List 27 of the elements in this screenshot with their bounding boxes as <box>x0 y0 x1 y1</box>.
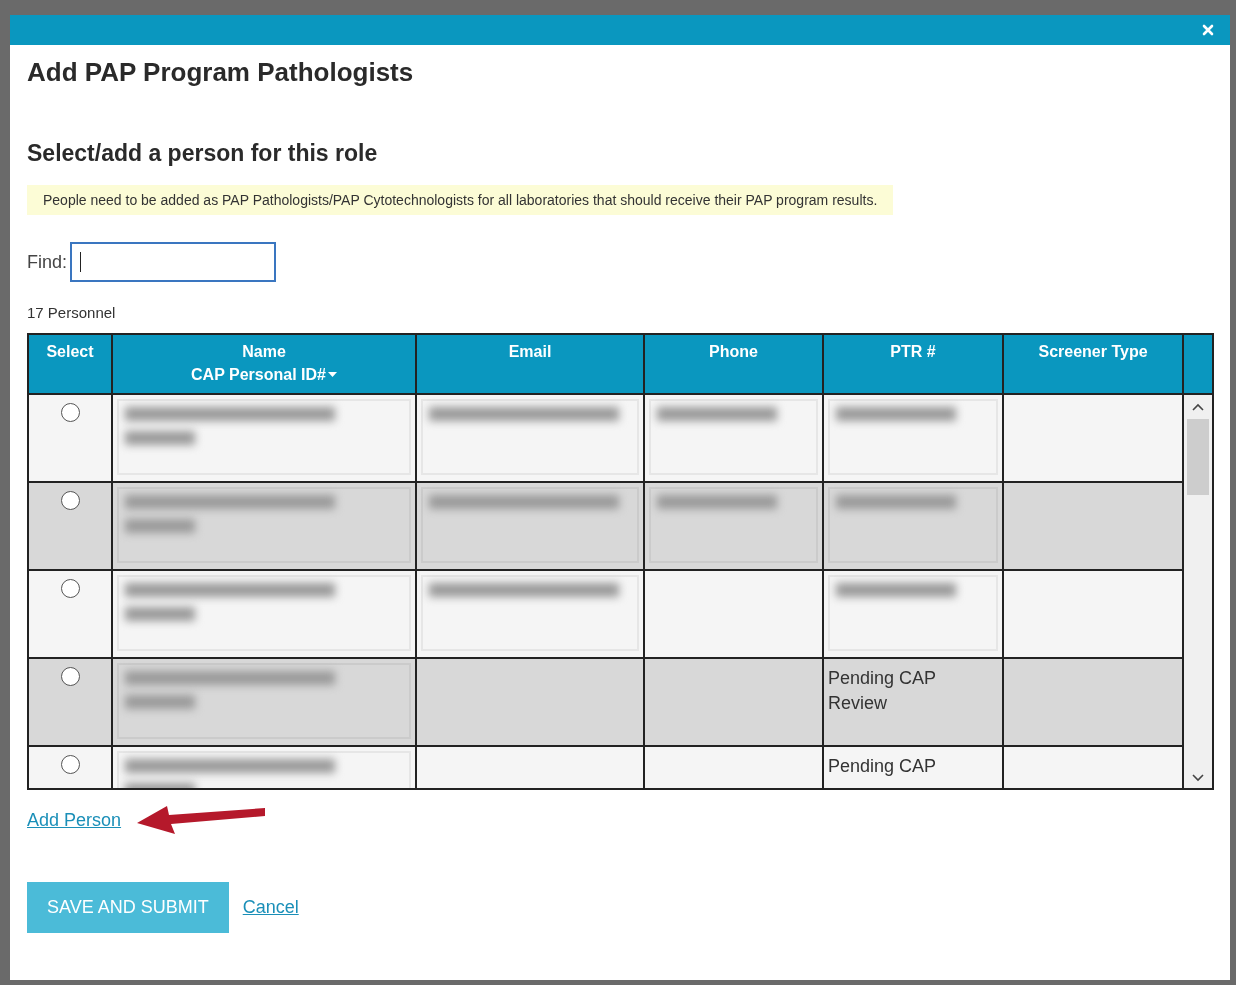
column-header: Phone <box>645 335 824 393</box>
table-cell-text: Pending CAP <box>828 755 938 778</box>
notice-text: People need to be added as PAP Pathologists/PAP Cytotechnologists for all laboratories that should receive their PAP program results. <box>27 185 894 215</box>
select-radio[interactable] <box>60 579 80 598</box>
section-heading: Select/add a person for this role <box>27 140 379 167</box>
close-icon[interactable] <box>1202 24 1214 36</box>
column-header: PTR # <box>824 335 1004 393</box>
select-radio[interactable] <box>60 667 80 686</box>
cancel-link[interactable]: Cancel <box>242 897 299 918</box>
select-radio[interactable] <box>60 403 80 422</box>
save-and-submit-button[interactable]: SAVE AND SUBMIT <box>27 882 229 933</box>
find-label: Find: <box>27 251 68 273</box>
column-header[interactable]: Name CAP Personal ID# <box>113 335 417 393</box>
scroll-thumb[interactable] <box>1187 419 1209 495</box>
column-header: Screener Type <box>1004 335 1184 393</box>
scroll-up-icon[interactable] <box>1192 403 1204 411</box>
select-radio[interactable] <box>60 755 80 774</box>
add-person-link[interactable]: Add Person <box>27 809 122 831</box>
column-header: Select <box>29 335 113 393</box>
find-field[interactable] <box>70 242 277 282</box>
column-header: Email <box>417 335 645 393</box>
scroll-down-icon[interactable] <box>1192 774 1204 782</box>
table-cell-text: Pending CAP Review <box>828 667 937 715</box>
scrollbar[interactable] <box>1184 395 1212 788</box>
dialog-title: Add PAP Program Pathologists <box>27 57 415 88</box>
select-radio[interactable] <box>60 491 80 510</box>
personnel-count: 17 Personnel <box>27 304 117 321</box>
